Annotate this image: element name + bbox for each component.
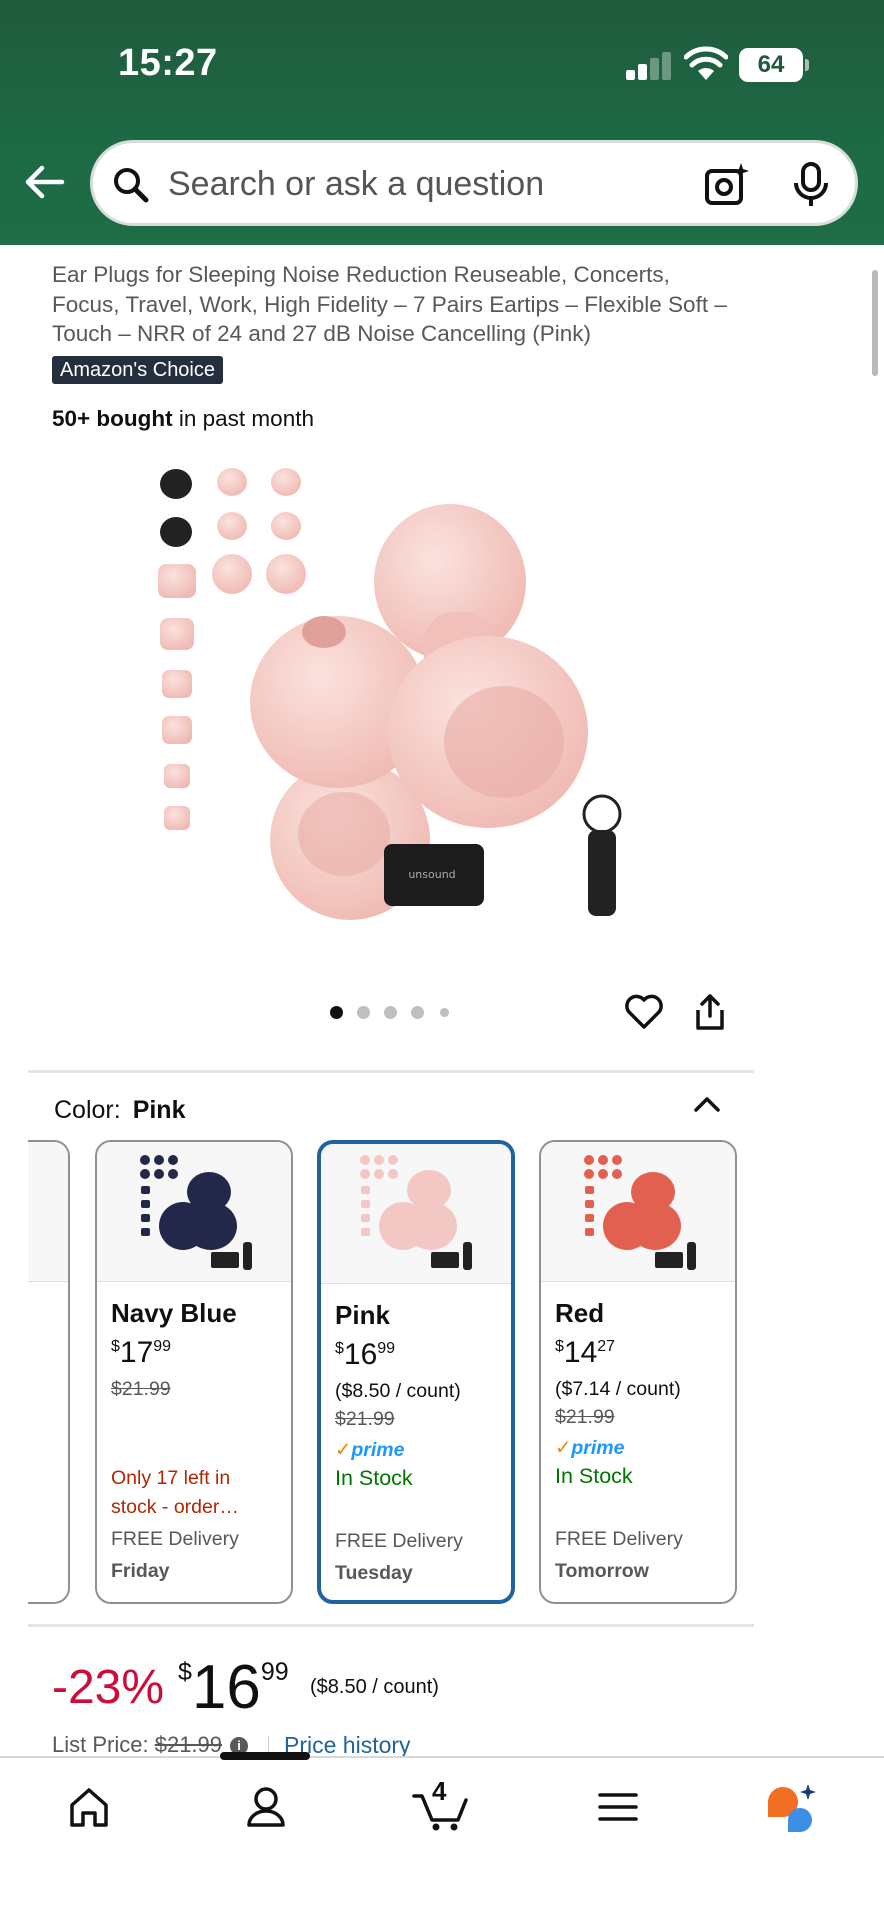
cellular-signal-icon <box>626 52 672 80</box>
search-icon <box>114 168 149 203</box>
swatch-delivery-day: Friday <box>111 1560 170 1582</box>
swatch-list-price: $21.99 <box>555 1406 615 1428</box>
swatch-delivery-day: Tuesday <box>335 1562 413 1584</box>
color-option-red[interactable]: Red $1427 ($7.14 / count) $21.99 ✓prime … <box>539 1140 737 1604</box>
swatch-unit-price: ($7.14 / count) <box>555 1378 681 1400</box>
menu-icon[interactable] <box>598 1782 638 1832</box>
share-icon[interactable] <box>692 992 728 1032</box>
swatch-delivery-day: Tomorrow <box>555 1560 649 1582</box>
search-input[interactable]: Search or ask a question <box>90 140 858 226</box>
color-option-partial[interactable] <box>28 1140 70 1604</box>
battery-indicator: 64 <box>739 48 809 82</box>
chevron-up-icon[interactable] <box>692 1094 722 1114</box>
swatch-list-price: $21.99 <box>111 1378 171 1400</box>
svg-text:unsound: unsound <box>408 868 455 881</box>
swatch-stock: Only 17 left in stock - order… <box>111 1467 239 1518</box>
current-price: $1699 <box>178 1653 289 1722</box>
amazons-choice-badge: Amazon's Choice <box>52 356 223 384</box>
swatch-delivery: FREE Delivery <box>335 1530 463 1552</box>
account-icon[interactable] <box>246 1782 286 1832</box>
section-divider <box>28 1070 754 1073</box>
search-placeholder: Search or ask a question <box>168 165 545 203</box>
swatch-stock: In Stock <box>335 1466 413 1490</box>
product-image[interactable]: unsound <box>148 452 668 932</box>
home-icon[interactable] <box>68 1782 110 1832</box>
rufus-assistant-icon[interactable] <box>764 1782 820 1832</box>
swatch-image <box>541 1142 735 1282</box>
swatch-list-price: $21.99 <box>335 1408 395 1430</box>
swatch-price: $1799 <box>111 1336 172 1369</box>
swatch-price: $1427 <box>555 1336 616 1369</box>
heart-icon[interactable] <box>624 992 664 1032</box>
swatch-stock: In Stock <box>555 1464 633 1488</box>
app-header: 15:27 64 Search or ask a question <box>0 0 884 245</box>
bought-in-past-month: 50+ bought in past month <box>52 406 314 431</box>
prime-logo: ✓prime <box>555 1437 625 1459</box>
back-arrow-icon[interactable] <box>22 160 66 204</box>
swatch-image <box>97 1142 291 1282</box>
camera-search-icon[interactable] <box>703 161 751 209</box>
product-title[interactable]: Ear Plugs for Sleeping Noise Reduction R… <box>52 260 742 349</box>
wifi-icon <box>684 46 728 80</box>
swatch-unit-price: ($8.50 / count) <box>335 1380 461 1402</box>
swatch-price: $1699 <box>335 1338 396 1371</box>
home-indicator <box>220 1752 310 1760</box>
status-time: 15:27 <box>118 42 218 84</box>
color-option-pink[interactable]: Pink $1699 ($8.50 / count) $21.99 ✓prime… <box>317 1140 515 1604</box>
swatch-delivery: FREE Delivery <box>111 1528 239 1550</box>
swatch-image <box>321 1144 511 1284</box>
swatch-delivery: FREE Delivery <box>555 1528 683 1550</box>
color-selector-label: Color: Pink <box>54 1096 186 1124</box>
scroll-indicator[interactable] <box>872 270 878 376</box>
cart-count: 4 <box>432 1776 447 1806</box>
discount-percentage: -23% <box>52 1661 165 1714</box>
microphone-icon[interactable] <box>791 161 831 209</box>
unit-price: ($8.50 / count) <box>310 1676 439 1698</box>
list-price: List Price: $21.99 i <box>52 1732 249 1758</box>
color-option-navy-blue[interactable]: Navy Blue $1799 $21.99 Only 17 left in s… <box>95 1140 293 1604</box>
section-divider <box>28 1624 754 1627</box>
prime-logo: ✓prime <box>335 1439 405 1461</box>
